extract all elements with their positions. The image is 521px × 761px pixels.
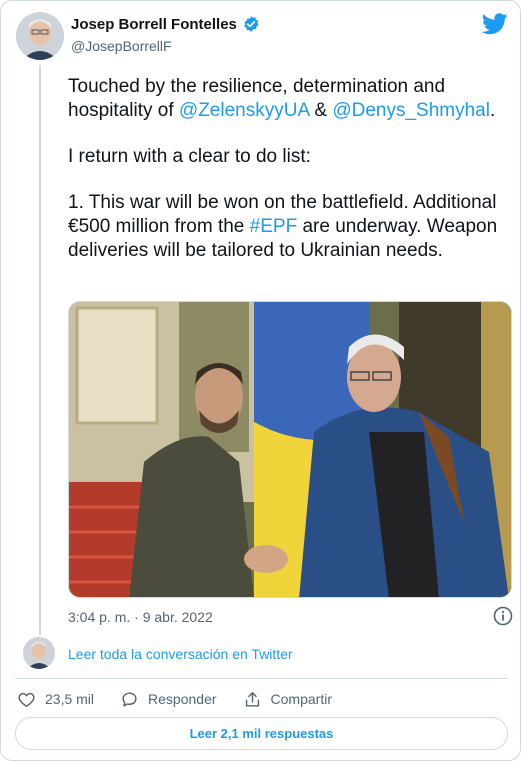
tweet-text: Touched by the resilience, determination… (68, 75, 508, 263)
heart-icon (18, 692, 35, 707)
reply-button[interactable]: Responder (120, 690, 217, 709)
hashtag-epf-link[interactable]: #EPF (250, 216, 298, 237)
tweet-paragraph-2: I return with a clear to do list: (68, 146, 311, 167)
thread-line (39, 65, 41, 635)
reply-icon (122, 691, 137, 707)
action-bar: 23,5 mil Responder Compartir (17, 689, 358, 709)
conversation-avatar[interactable] (23, 637, 55, 669)
tweet-paragraph-1: Touched by the resilience, determination… (68, 76, 496, 121)
author-handle[interactable]: @JosepBorrellF (71, 38, 172, 54)
twitter-logo-icon[interactable] (481, 13, 508, 35)
read-replies-button[interactable]: Leer 2,1 mil respuestas (15, 717, 508, 750)
mention-shmyhal-link[interactable]: @Denys_Shmyhal (332, 100, 490, 121)
share-label: Compartir (270, 691, 332, 707)
read-conversation-link[interactable]: Leer toda la conversación en Twitter (68, 646, 293, 662)
like-button[interactable]: 23,5 mil (17, 690, 94, 709)
share-icon (245, 691, 259, 707)
mention-zelenskyy-link[interactable]: @ZelenskyyUA (179, 100, 309, 121)
tweet-photo[interactable] (68, 301, 512, 598)
verified-icon (242, 15, 260, 33)
divider (15, 678, 508, 679)
like-count: 23,5 mil (45, 691, 95, 707)
tweet-timestamp[interactable]: 3:04 p. m. · 9 abr. 2022 (68, 609, 213, 625)
embedded-tweet-card: Josep Borrell Fontelles @JosepBorrellF T… (0, 0, 521, 761)
author-name-row[interactable]: Josep Borrell Fontelles (71, 15, 260, 33)
author-avatar[interactable] (16, 12, 64, 60)
info-icon[interactable] (493, 606, 513, 626)
author-display-name[interactable]: Josep Borrell Fontelles (71, 16, 237, 33)
share-button[interactable]: Compartir (243, 690, 332, 709)
tweet-paragraph-3: 1. This war will be won on the battlefie… (68, 192, 498, 261)
reply-label: Responder (148, 691, 217, 707)
